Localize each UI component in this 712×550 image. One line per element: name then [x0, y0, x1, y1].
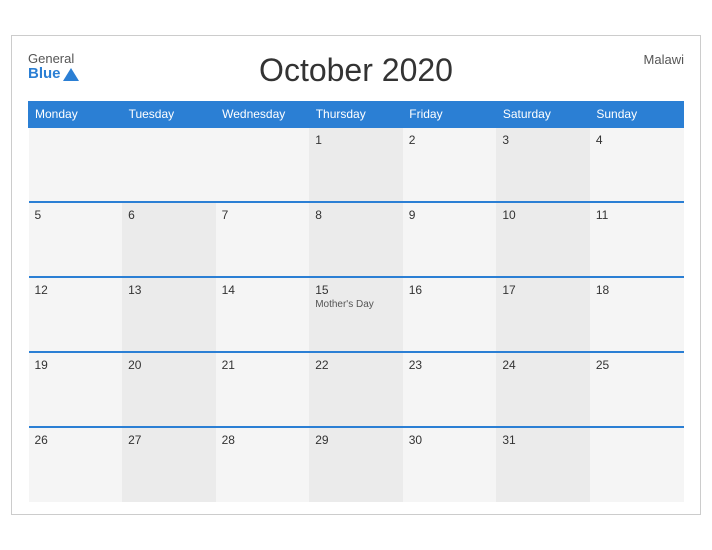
- week-row-4: 26 27 28 29 30 31: [29, 427, 684, 502]
- day-cell: 11: [590, 202, 684, 277]
- day-cell: 14: [216, 277, 310, 352]
- day-number: 1: [315, 133, 397, 147]
- day-cell: [122, 127, 216, 202]
- day-cell: 17: [496, 277, 590, 352]
- week-row-0: 1234: [29, 127, 684, 202]
- weekday-header-row: MondayTuesdayWednesdayThursdayFridaySatu…: [29, 102, 684, 128]
- day-number: 29: [315, 433, 397, 447]
- day-cell: 12: [29, 277, 123, 352]
- logo-blue-text: Blue: [28, 66, 79, 83]
- weekday-header-wednesday: Wednesday: [216, 102, 310, 128]
- day-cell: 5: [29, 202, 123, 277]
- day-cell: 28: [216, 427, 310, 502]
- day-cell: 18: [590, 277, 684, 352]
- day-cell: 9: [403, 202, 497, 277]
- day-cell: [590, 427, 684, 502]
- day-cell: 13: [122, 277, 216, 352]
- country-label: Malawi: [644, 52, 684, 67]
- day-number: 23: [409, 358, 491, 372]
- day-cell: 27: [122, 427, 216, 502]
- day-cell: 3: [496, 127, 590, 202]
- day-number: 11: [596, 208, 678, 222]
- day-number: 28: [222, 433, 304, 447]
- calendar-container: General Blue October 2020 Malawi MondayT…: [11, 35, 701, 515]
- day-number: 17: [502, 283, 584, 297]
- day-cell: [216, 127, 310, 202]
- weekday-header-tuesday: Tuesday: [122, 102, 216, 128]
- week-row-2: 12 13 14 15 Mother's Day 16 17 18: [29, 277, 684, 352]
- day-number: 25: [596, 358, 678, 372]
- day-number: 14: [222, 283, 304, 297]
- day-cell: 30: [403, 427, 497, 502]
- logo-general-text: General: [28, 52, 74, 66]
- day-cell: 23: [403, 352, 497, 427]
- day-number: 30: [409, 433, 491, 447]
- day-number: 6: [128, 208, 210, 222]
- day-cell: 6: [122, 202, 216, 277]
- day-cell: 25: [590, 352, 684, 427]
- calendar-header: General Blue October 2020 Malawi: [28, 52, 684, 89]
- day-number: 7: [222, 208, 304, 222]
- day-number: 16: [409, 283, 491, 297]
- day-cell: 1: [309, 127, 403, 202]
- weekday-header-thursday: Thursday: [309, 102, 403, 128]
- day-cell: 8: [309, 202, 403, 277]
- day-cell: 26: [29, 427, 123, 502]
- day-cell: 4: [590, 127, 684, 202]
- logo: General Blue: [28, 52, 79, 83]
- day-number: 18: [596, 283, 678, 297]
- day-number: 9: [409, 208, 491, 222]
- week-row-3: 19 20 21 22 23 24 25: [29, 352, 684, 427]
- day-number: 13: [128, 283, 210, 297]
- day-event: Mother's Day: [315, 299, 397, 310]
- day-number: 22: [315, 358, 397, 372]
- weekday-header-sunday: Sunday: [590, 102, 684, 128]
- day-number: 4: [596, 133, 678, 147]
- day-number: 26: [35, 433, 117, 447]
- day-number: 10: [502, 208, 584, 222]
- calendar-grid: MondayTuesdayWednesdayThursdayFridaySatu…: [28, 101, 684, 502]
- day-cell: 29: [309, 427, 403, 502]
- day-number: 3: [502, 133, 584, 147]
- day-cell: 20: [122, 352, 216, 427]
- calendar-title: October 2020: [259, 52, 453, 89]
- day-cell: 16: [403, 277, 497, 352]
- logo-triangle-icon: [63, 68, 79, 81]
- day-cell: 31: [496, 427, 590, 502]
- day-number: 20: [128, 358, 210, 372]
- day-cell: 2: [403, 127, 497, 202]
- day-number: 27: [128, 433, 210, 447]
- day-cell: 24: [496, 352, 590, 427]
- day-number: 8: [315, 208, 397, 222]
- weekday-header-saturday: Saturday: [496, 102, 590, 128]
- day-number: 2: [409, 133, 491, 147]
- day-number: 19: [35, 358, 117, 372]
- day-number: 24: [502, 358, 584, 372]
- day-number: 15: [315, 283, 397, 297]
- day-cell: 10: [496, 202, 590, 277]
- day-cell: 21: [216, 352, 310, 427]
- weekday-header-friday: Friday: [403, 102, 497, 128]
- day-cell: 15 Mother's Day: [309, 277, 403, 352]
- day-cell: 7: [216, 202, 310, 277]
- week-row-1: 56789 10 11: [29, 202, 684, 277]
- day-cell: 22: [309, 352, 403, 427]
- day-number: 31: [502, 433, 584, 447]
- day-cell: 19: [29, 352, 123, 427]
- day-cell: [29, 127, 123, 202]
- day-number: 12: [35, 283, 117, 297]
- weekday-header-monday: Monday: [29, 102, 123, 128]
- day-number: 21: [222, 358, 304, 372]
- day-number: 5: [35, 208, 117, 222]
